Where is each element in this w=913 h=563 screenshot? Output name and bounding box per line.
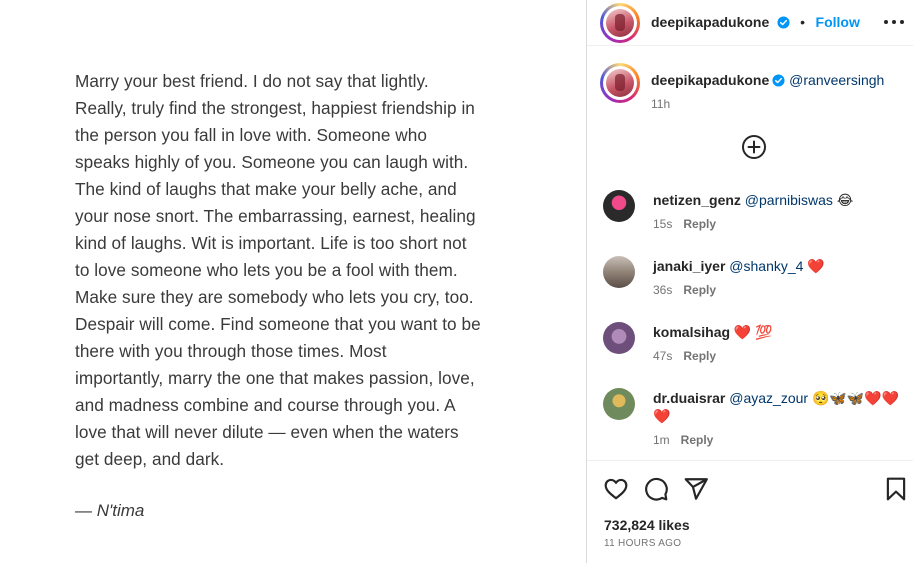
likes-count[interactable]: 732,824 likes <box>604 517 690 533</box>
commenter-username[interactable]: janaki_iyer <box>653 258 725 274</box>
quote-attribution: — N'tima <box>75 501 145 520</box>
quote-text: Marry your best friend. I do not say tha… <box>75 68 545 473</box>
heart-icon[interactable] <box>603 476 629 502</box>
post-header: deepikapadukone • Follow <box>587 0 913 46</box>
comment-emoji: 😂 <box>836 192 854 208</box>
quote-line: kind of laughs. Wit is important. Life i… <box>75 233 467 253</box>
post-time[interactable]: 11 HOURS AGO <box>604 538 681 549</box>
reply-button[interactable]: Reply <box>683 217 716 231</box>
reply-button[interactable]: Reply <box>683 283 716 297</box>
author-username[interactable]: deepikapadukone <box>651 14 769 30</box>
quote-line: there with you through those times. Most <box>75 341 387 361</box>
comment-time: 47s <box>653 349 673 363</box>
quote-line: Really, truly find the strongest, happie… <box>75 98 475 118</box>
caption-mention[interactable]: @ranveersingh <box>789 72 884 88</box>
commenter-avatar[interactable] <box>603 388 635 420</box>
more-options-icon[interactable] <box>884 12 904 32</box>
share-icon[interactable] <box>683 476 709 502</box>
author-avatar[interactable] <box>600 3 640 43</box>
comment-time: 36s <box>653 283 673 297</box>
comment-time: 1m <box>653 433 670 447</box>
quote-line: speaks highly of you. Someone you can la… <box>75 152 469 172</box>
quote-line: get deep, and dark. <box>75 449 225 469</box>
commenter-username[interactable]: dr.duaisrar <box>653 390 725 406</box>
reply-button[interactable]: Reply <box>683 349 716 363</box>
caption-time: 11h <box>651 97 671 111</box>
quote-line: importantly, marry the one that makes pa… <box>75 368 475 388</box>
comment-mention[interactable]: @ayaz_zour <box>729 390 808 406</box>
bookmark-icon[interactable] <box>883 476 909 502</box>
quote-line: Marry your best friend. I do not say tha… <box>75 71 429 91</box>
quote-line: to love someone who lets you be a fool w… <box>75 260 458 280</box>
post-side-panel: deepikapadukone • Follow deepikapadukone… <box>586 0 913 563</box>
comment-mention[interactable]: @shanky_4 <box>729 258 803 274</box>
commenter-avatar[interactable] <box>603 256 635 288</box>
comment-emoji: ❤️ 💯 <box>733 324 773 340</box>
verified-badge-icon <box>777 16 790 29</box>
reply-button[interactable]: Reply <box>681 433 714 447</box>
comment-emoji: ❤️ <box>807 258 825 274</box>
comment-icon[interactable] <box>643 476 669 502</box>
quote-line: your nose snort. The embarrassing, earne… <box>75 206 476 226</box>
quote-line: Make sure they are somebody who lets you… <box>75 287 474 307</box>
commenter-avatar[interactable] <box>603 190 635 222</box>
quote-line: The kind of laughs that make your belly … <box>75 179 457 199</box>
separator-dot: • <box>800 14 806 30</box>
comment-mention[interactable]: @parnibiswas <box>745 192 833 208</box>
caption-author-avatar[interactable] <box>600 63 640 103</box>
post-image[interactable]: Marry your best friend. I do not say tha… <box>0 0 586 563</box>
commenter-avatar[interactable] <box>603 322 635 354</box>
quote-line: the person you fall in love with. Someon… <box>75 125 427 145</box>
commenter-username[interactable]: netizen_genz <box>653 192 741 208</box>
quote-line: and madness combine and course through y… <box>75 395 456 415</box>
verified-badge-icon <box>772 74 785 87</box>
plus-circle-icon[interactable] <box>741 134 767 160</box>
post-actions: 732,824 likes 11 HOURS AGO <box>587 460 913 563</box>
follow-button[interactable]: Follow <box>816 14 860 30</box>
quote-line: love that will never dilute — even when … <box>75 422 459 442</box>
commenter-username[interactable]: komalsihag <box>653 324 730 340</box>
caption-username[interactable]: deepikapadukone <box>651 72 769 88</box>
comment-time: 15s <box>653 217 673 231</box>
quote-line: Despair will come. Find someone that you… <box>75 314 481 334</box>
